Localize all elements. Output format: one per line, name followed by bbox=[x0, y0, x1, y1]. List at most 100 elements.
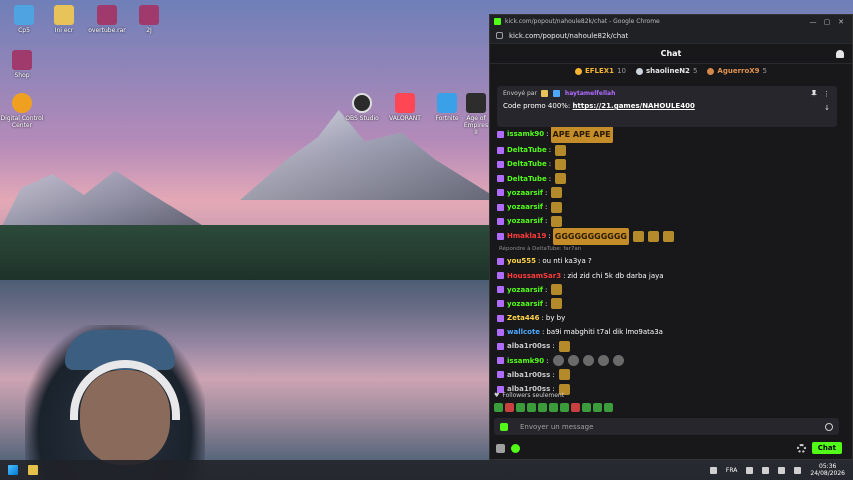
emote-icon[interactable] bbox=[527, 403, 536, 412]
clock[interactable]: 05:36 24/08/2026 bbox=[810, 463, 845, 477]
chat-message[interactable]: DeltaTube: bbox=[497, 143, 845, 157]
chat-message[interactable]: you555: ou nti ka3ya ? bbox=[497, 254, 845, 268]
chat-username[interactable]: alba1r00ss bbox=[507, 339, 550, 353]
chat-username[interactable]: yozaarsif bbox=[507, 186, 543, 200]
chat-message[interactable]: issamk90: bbox=[497, 354, 845, 368]
pinned-message[interactable]: Envoyé par haytamelfellah Code promo 400… bbox=[497, 86, 837, 127]
emote-icon[interactable] bbox=[582, 403, 591, 412]
emote-icon[interactable] bbox=[560, 403, 569, 412]
chat-message[interactable]: Zeta446: by by bbox=[497, 311, 845, 325]
volume-icon[interactable] bbox=[778, 466, 786, 474]
emoji-icon[interactable] bbox=[825, 422, 833, 431]
emote-icon[interactable] bbox=[551, 201, 563, 213]
site-info-icon[interactable] bbox=[496, 32, 503, 39]
emote-icon[interactable] bbox=[558, 341, 570, 353]
network-icon[interactable] bbox=[762, 466, 770, 474]
emote-icon[interactable] bbox=[597, 355, 609, 367]
emote-icon[interactable] bbox=[555, 173, 567, 185]
chat-message[interactable]: yozaarsif: bbox=[497, 297, 845, 311]
desktop-icon-overtube[interactable]: overtube.rar bbox=[85, 5, 129, 34]
chat-message[interactable]: issamk90: APE APE APE bbox=[497, 126, 845, 144]
leader-item[interactable]: EFLEX1 10 bbox=[574, 67, 626, 75]
desktop-icon-folder[interactable]: Ini ecr bbox=[42, 5, 86, 34]
chat-username[interactable]: yozaarsif bbox=[507, 297, 543, 311]
minimize-button[interactable]: — bbox=[806, 18, 820, 26]
chat-username[interactable]: wallcote bbox=[507, 325, 540, 339]
desktop-icon-age-of-empires[interactable]: Age of Empires II bbox=[462, 93, 490, 136]
emote-icon[interactable] bbox=[558, 369, 570, 381]
kick-points-icon[interactable] bbox=[511, 443, 520, 453]
file-explorer-icon[interactable] bbox=[28, 465, 38, 475]
emote-icon[interactable] bbox=[555, 158, 567, 170]
emote-icon[interactable] bbox=[516, 403, 525, 412]
chat-username[interactable]: you555 bbox=[507, 254, 536, 268]
desktop-icon-valorant[interactable]: VALORANT bbox=[383, 93, 427, 122]
quick-emote-bar[interactable] bbox=[494, 403, 613, 412]
users-icon[interactable] bbox=[836, 50, 844, 58]
chat-message[interactable]: alba1r00ss: bbox=[497, 368, 845, 382]
chat-username[interactable]: yozaarsif bbox=[507, 200, 543, 214]
emote-icon[interactable] bbox=[505, 403, 514, 412]
emote-icon[interactable] bbox=[551, 215, 563, 227]
chat-username[interactable]: DeltaTube bbox=[507, 172, 547, 186]
chevron-up-icon[interactable] bbox=[709, 466, 717, 474]
promo-link[interactable]: https://21.games/NAHOULE400 bbox=[573, 102, 695, 110]
emote-icon[interactable] bbox=[604, 403, 613, 412]
message-input[interactable]: Envoyer un message bbox=[494, 418, 839, 435]
chat-message[interactable]: DeltaTube: bbox=[497, 172, 845, 186]
chat-username[interactable]: yozaarsif bbox=[507, 214, 543, 228]
chat-username[interactable]: Hmakla19 bbox=[507, 228, 546, 245]
chat-message[interactable]: Hmakla19: GGGGGGGGGGG bbox=[497, 228, 845, 246]
arrow-down-icon[interactable]: ↓ bbox=[824, 104, 830, 112]
chat-username[interactable]: issamk90 bbox=[507, 354, 544, 368]
emote-icon[interactable] bbox=[538, 403, 547, 412]
chat-message[interactable]: yozaarsif: bbox=[497, 186, 845, 200]
send-chat-button[interactable]: Chat bbox=[811, 442, 842, 454]
chat-username[interactable]: HoussamSar3 bbox=[507, 269, 561, 283]
emote-icon[interactable] bbox=[551, 298, 563, 310]
windows-start-icon[interactable] bbox=[8, 465, 18, 475]
microphone-icon[interactable] bbox=[746, 466, 754, 474]
emote-icon[interactable] bbox=[551, 187, 563, 199]
chat-username[interactable]: DeltaTube bbox=[507, 143, 547, 157]
emote-icon[interactable] bbox=[552, 355, 564, 367]
desktop-icon-obs[interactable]: OBS Studio bbox=[340, 93, 384, 122]
chat-username[interactable]: DeltaTube bbox=[507, 157, 547, 171]
language-indicator[interactable]: FRA bbox=[726, 467, 737, 474]
desktop-icon-2j[interactable]: 2J bbox=[127, 5, 171, 34]
chat-username[interactable]: issamk90 bbox=[507, 126, 544, 143]
close-button[interactable]: ✕ bbox=[834, 18, 848, 26]
desktop-icon-digital-control-center[interactable]: Digital Control Center bbox=[0, 93, 44, 129]
emote-icon[interactable] bbox=[593, 403, 602, 412]
desktop-icon-cp5[interactable]: Cp5 bbox=[2, 5, 46, 34]
emote-icon[interactable] bbox=[571, 403, 580, 412]
maximize-button[interactable]: ▢ bbox=[820, 18, 834, 26]
chat-message[interactable]: yozaarsif: bbox=[497, 200, 845, 214]
emote-icon[interactable] bbox=[549, 403, 558, 412]
chat-message[interactable]: yozaarsif: bbox=[497, 283, 845, 297]
chat-username[interactable]: alba1r00ss bbox=[507, 368, 550, 382]
battery-icon[interactable] bbox=[794, 466, 802, 474]
leader-item[interactable]: AguerroX9 5 bbox=[707, 67, 767, 75]
chat-username[interactable]: Zeta446 bbox=[507, 311, 540, 325]
emote-icon[interactable] bbox=[582, 355, 594, 367]
chat-username[interactable]: yozaarsif bbox=[507, 283, 543, 297]
emote-icon[interactable] bbox=[494, 403, 503, 412]
emote-icon[interactable] bbox=[555, 144, 567, 156]
chat-message[interactable]: HoussamSar3: zid zid chi 5k db darba jay… bbox=[497, 269, 845, 283]
emote-icon[interactable] bbox=[663, 231, 674, 243]
emote-icon[interactable] bbox=[612, 355, 624, 367]
emote-picker-icon[interactable] bbox=[500, 422, 508, 431]
emote-icon[interactable] bbox=[633, 231, 644, 243]
gear-icon[interactable] bbox=[796, 443, 806, 453]
link-icon[interactable] bbox=[496, 443, 505, 453]
chat-message[interactable]: alba1r00ss: bbox=[497, 339, 845, 353]
emote-icon[interactable] bbox=[648, 231, 659, 243]
chat-messages[interactable]: DeltaTube:issamk90:APE APE APEDeltaTube:… bbox=[490, 112, 852, 414]
desktop-icon-shop[interactable]: Shop bbox=[0, 50, 44, 79]
more-options-icon[interactable]: ⋮ bbox=[823, 90, 830, 98]
emote-icon[interactable] bbox=[567, 355, 579, 367]
chat-message[interactable]: yozaarsif: bbox=[497, 214, 845, 228]
pinned-sender[interactable]: haytamelfellah bbox=[565, 90, 615, 97]
address-bar[interactable]: kick.com/popout/nahoule82k/chat bbox=[490, 28, 852, 44]
